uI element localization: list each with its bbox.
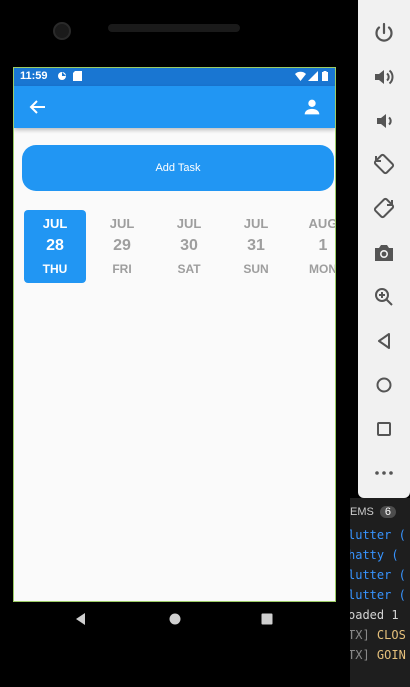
log-line: lutter ( [350, 528, 406, 542]
status-time: 11:59 [20, 70, 48, 82]
date-month: JUL [176, 216, 202, 231]
home-circle-icon[interactable] [168, 611, 182, 630]
back-icon[interactable] [372, 329, 396, 353]
date-day: 31 [247, 237, 265, 254]
date-month: JUL [42, 216, 68, 231]
date-weekday: FRI [112, 262, 132, 276]
date-item[interactable]: JUL 31 SUN [225, 210, 287, 283]
log-line: lutter ( [350, 588, 406, 602]
back-triangle-icon[interactable] [74, 611, 88, 630]
recents-square-icon[interactable] [260, 611, 274, 630]
volume-up-icon[interactable] [372, 65, 396, 89]
more-icon[interactable] [372, 461, 396, 485]
date-picker: JUL 28 THU JUL 29 FRI JUL 30 SAT JUL 31 … [24, 210, 335, 285]
rotate-left-icon[interactable] [372, 152, 396, 176]
arrow-left-icon[interactable] [26, 95, 50, 119]
date-item-selected[interactable]: JUL 28 THU [24, 210, 86, 283]
date-day: 28 [46, 237, 64, 254]
date-item[interactable]: AUG 1 MON [292, 210, 335, 283]
date-item[interactable]: JUL 30 SAT [158, 210, 220, 283]
volume-down-icon[interactable] [372, 109, 396, 133]
log-line: TX] GOIN [350, 648, 406, 662]
date-day: 1 [318, 237, 328, 254]
date-weekday: THU [42, 262, 68, 276]
phone-bezel-top [0, 0, 350, 68]
date-month: JUL [243, 216, 269, 231]
ide-output-panel: EMS 6 lutter ( hatty ( lutter ( lutter ( … [350, 498, 410, 687]
earpiece-speaker [108, 24, 240, 32]
date-month: AUG [308, 216, 335, 231]
date-weekday: MON [309, 262, 335, 276]
date-weekday: SUN [243, 262, 269, 276]
rotate-right-icon[interactable] [372, 196, 396, 220]
battery-icon [322, 71, 328, 85]
problems-tab[interactable]: EMS 6 [350, 506, 396, 518]
log-line: hatty ( [350, 548, 399, 562]
problems-tab-label: EMS [350, 506, 374, 518]
phone-frame: 11:59 Add Task JUL 28 THU JUL 29 FRI JUL… [0, 0, 350, 687]
camera-icon[interactable] [372, 241, 396, 265]
android-nav-bar [14, 601, 335, 639]
data-saver-icon [57, 71, 67, 85]
date-month: JUL [109, 216, 135, 231]
wifi-icon [295, 71, 306, 85]
sd-card-icon [73, 71, 82, 85]
signal-icon [308, 71, 318, 85]
add-task-button[interactable]: Add Task [22, 145, 334, 191]
date-day: 29 [113, 237, 131, 254]
home-icon[interactable] [372, 373, 396, 397]
person-icon[interactable] [301, 96, 323, 118]
add-task-label: Add Task [155, 162, 201, 174]
date-weekday: SAT [177, 262, 201, 276]
app-bar [14, 86, 335, 128]
date-day: 30 [180, 237, 198, 254]
log-line: oaded 1 [350, 608, 399, 622]
power-icon[interactable] [372, 21, 396, 45]
date-item[interactable]: JUL 29 FRI [91, 210, 153, 283]
zoom-in-icon[interactable] [372, 285, 396, 309]
log-line: TX] CLOS [350, 628, 406, 642]
log-line: lutter ( [350, 568, 406, 582]
overview-icon[interactable] [372, 417, 396, 441]
app-screen: 11:59 Add Task JUL 28 THU JUL 29 FRI JUL… [13, 67, 336, 602]
problems-count-badge: 6 [379, 506, 396, 518]
emulator-control-panel [358, 0, 410, 498]
front-camera [53, 22, 71, 40]
status-bar: 11:59 [14, 68, 335, 86]
